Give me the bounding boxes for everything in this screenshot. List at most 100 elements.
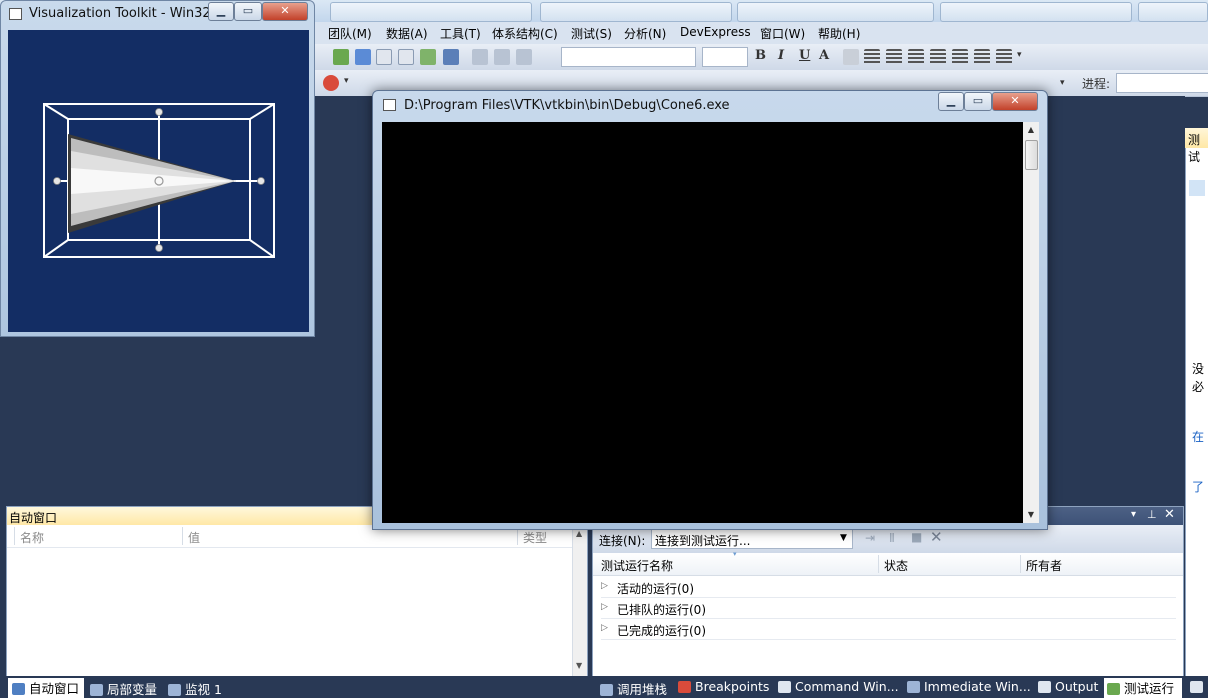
console-window[interactable]: D:\Program Files\VTK\vtkbin\bin\Debug\Co… bbox=[372, 90, 1048, 530]
vtk-render-canvas[interactable] bbox=[8, 30, 309, 332]
stop-icon[interactable]: ■ bbox=[911, 530, 922, 544]
indent-icon[interactable] bbox=[472, 49, 488, 65]
bullet-list-icon[interactable] bbox=[952, 49, 968, 65]
scroll-down-icon[interactable]: ▼ bbox=[576, 661, 582, 670]
column-name[interactable]: 名称 bbox=[20, 529, 44, 546]
tab-watch[interactable]: 监视 1 bbox=[168, 679, 222, 697]
vtk-render-window[interactable]: Visualization Toolkit - Win32... ▁ ▭ ✕ bbox=[0, 0, 315, 337]
tree-row-label: 已完成的运行(0) bbox=[617, 624, 706, 638]
menu-analyze[interactable]: 分析(N) bbox=[624, 25, 666, 42]
underline-icon[interactable]: U bbox=[799, 48, 810, 63]
progress-combo[interactable] bbox=[1116, 73, 1208, 93]
test-run-group-completed[interactable]: ▷ 已完成的运行(0) bbox=[601, 619, 1176, 640]
test-runs-grid: 测试运行名称 ▾ 状态 所有者 ▷ 活动的运行(0) ▷ 已排队的运行(0) ▷… bbox=[593, 550, 1183, 677]
expand-arrow-icon[interactable]: ▷ bbox=[601, 623, 608, 633]
menu-data[interactable]: 数据(A) bbox=[386, 25, 428, 42]
decrease-indent-icon[interactable] bbox=[974, 49, 990, 65]
auto-window-scrollbar[interactable]: ▲ ▼ bbox=[572, 525, 587, 677]
tab-test-runs[interactable]: 测试运行 bbox=[1104, 678, 1182, 698]
tab-command-window[interactable]: Command Win... bbox=[778, 679, 899, 697]
console-scrollbar[interactable]: ▲ ▼ bbox=[1023, 122, 1039, 523]
close-button[interactable]: ✕ bbox=[262, 2, 308, 21]
close-icon[interactable]: ✕ bbox=[1164, 507, 1175, 522]
comment-icon[interactable] bbox=[516, 49, 532, 65]
test-run-group-queued[interactable]: ▷ 已排队的运行(0) bbox=[601, 598, 1176, 619]
taskbar-tab[interactable] bbox=[940, 2, 1132, 22]
output-icon bbox=[1038, 681, 1051, 693]
minimize-button[interactable]: ▁ bbox=[208, 2, 234, 21]
right-panel-link[interactable]: 了 bbox=[1192, 478, 1204, 495]
console-output-area[interactable] bbox=[382, 122, 1023, 523]
test-run-group-active[interactable]: ▷ 活动的运行(0) bbox=[601, 577, 1176, 598]
align-center-icon[interactable] bbox=[886, 49, 902, 65]
pause-icon[interactable]: Ⅱ bbox=[889, 531, 895, 545]
chevron-down-icon[interactable]: ▼ bbox=[840, 533, 847, 543]
taskbar-tab[interactable] bbox=[330, 2, 532, 22]
menu-tools[interactable]: 工具(T) bbox=[440, 25, 481, 42]
delete-icon[interactable]: ✕ bbox=[930, 528, 943, 546]
toolbar-overflow-icon[interactable]: ▾ bbox=[1017, 50, 1022, 60]
taskbar-tab[interactable] bbox=[540, 2, 732, 22]
column-test-run-name[interactable]: 测试运行名称 bbox=[601, 557, 673, 574]
column-status[interactable]: 状态 bbox=[884, 557, 908, 574]
align-right-icon[interactable] bbox=[908, 49, 924, 65]
right-panel-link[interactable]: 在 bbox=[1192, 428, 1204, 445]
debug-test-icon[interactable] bbox=[443, 49, 459, 65]
numbered-list-icon[interactable] bbox=[930, 49, 946, 65]
menu-team[interactable]: 团队(M) bbox=[328, 25, 372, 42]
tab-label: 监视 1 bbox=[185, 682, 222, 697]
menu-window[interactable]: 窗口(W) bbox=[760, 25, 805, 42]
test-view-icon[interactable] bbox=[1189, 180, 1205, 196]
scroll-up-icon[interactable]: ▲ bbox=[576, 529, 582, 538]
italic-icon[interactable]: I bbox=[778, 48, 784, 63]
expand-arrow-icon[interactable]: ▷ bbox=[601, 602, 608, 612]
tab-call-stack[interactable]: 调用堆栈 bbox=[600, 679, 667, 697]
font-size-combo[interactable] bbox=[702, 47, 748, 67]
menu-architecture[interactable]: 体系结构(C) bbox=[492, 25, 558, 42]
outdent-icon[interactable] bbox=[494, 49, 510, 65]
test-list-icon[interactable] bbox=[355, 49, 371, 65]
taskbar-tab[interactable] bbox=[737, 2, 934, 22]
menu-test[interactable]: 测试(S) bbox=[571, 25, 612, 42]
tab-breakpoints[interactable]: Breakpoints bbox=[678, 679, 769, 697]
run-test-icon[interactable] bbox=[420, 49, 436, 65]
grid-icon[interactable] bbox=[398, 49, 414, 65]
maximize-button[interactable]: ▭ bbox=[964, 92, 992, 111]
expand-arrow-icon[interactable]: ▷ bbox=[601, 581, 608, 591]
list-icon[interactable] bbox=[376, 49, 392, 65]
taskbar-tab[interactable] bbox=[1138, 2, 1208, 22]
dropdown-icon[interactable]: ▾ bbox=[1131, 509, 1136, 520]
test-icon[interactable] bbox=[333, 49, 349, 65]
align-left-icon[interactable] bbox=[864, 49, 880, 65]
tab-label: 调用堆栈 bbox=[617, 682, 668, 697]
tab-output[interactable]: Output bbox=[1038, 679, 1098, 697]
font-color-icon[interactable]: A bbox=[819, 48, 829, 63]
bold-icon[interactable]: B bbox=[755, 48, 766, 63]
scroll-down-icon[interactable]: ▼ bbox=[1023, 507, 1039, 523]
record-icon[interactable] bbox=[323, 75, 339, 91]
tab-locals[interactable]: 局部变量 bbox=[90, 679, 157, 697]
scroll-up-icon[interactable]: ▲ bbox=[1023, 122, 1039, 138]
tab-overflow[interactable] bbox=[1190, 679, 1207, 697]
menu-help[interactable]: 帮助(H) bbox=[818, 25, 860, 42]
column-owner[interactable]: 所有者 bbox=[1026, 557, 1062, 574]
increase-indent-icon[interactable] bbox=[996, 49, 1012, 65]
pin-icon[interactable]: ⊥ bbox=[1147, 508, 1157, 521]
maximize-button[interactable]: ▭ bbox=[234, 2, 262, 21]
tab-immediate-window[interactable]: Immediate Win... bbox=[907, 679, 1031, 697]
column-value[interactable]: 值 bbox=[188, 529, 200, 546]
dropdown-icon[interactable]: ▾ bbox=[344, 76, 349, 86]
connect-icon[interactable]: ⇥ bbox=[865, 531, 875, 545]
toolbar-overflow-icon[interactable]: ▾ bbox=[1060, 78, 1065, 88]
scroll-thumb[interactable] bbox=[1025, 140, 1038, 170]
tab-label: 自动窗口 bbox=[29, 681, 80, 696]
connect-combo[interactable]: 连接到测试运行... ▼ bbox=[651, 529, 853, 549]
command-window-icon bbox=[778, 681, 791, 693]
tab-auto-window[interactable]: 自动窗口 bbox=[8, 678, 84, 698]
highlight-icon[interactable] bbox=[843, 49, 859, 65]
column-type[interactable]: 类型 bbox=[523, 529, 547, 546]
menu-devexpress[interactable]: DevExpress bbox=[680, 25, 751, 39]
font-combo[interactable] bbox=[561, 47, 696, 67]
close-button[interactable]: ✕ bbox=[992, 92, 1038, 111]
minimize-button[interactable]: ▁ bbox=[938, 92, 964, 111]
